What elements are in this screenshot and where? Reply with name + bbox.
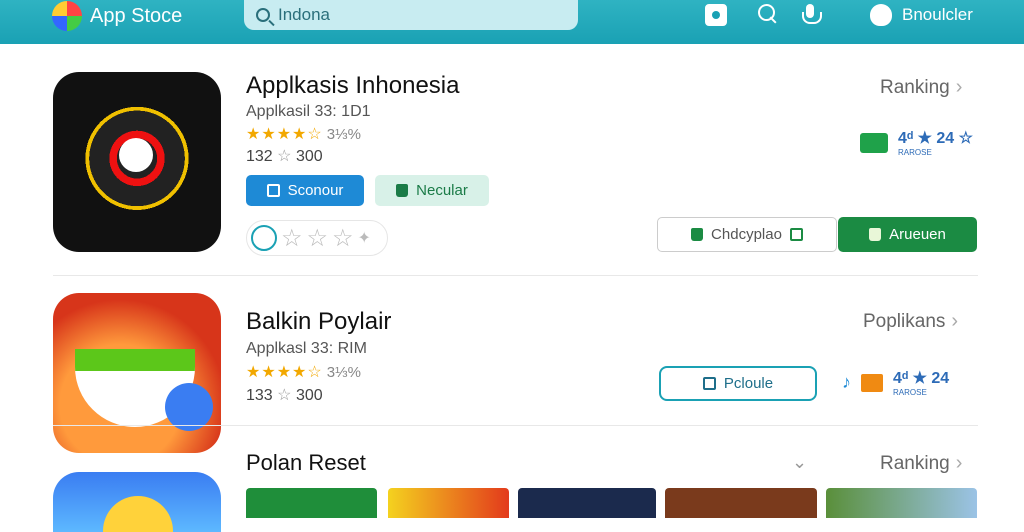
app1-link-label: Ranking	[880, 76, 950, 98]
app2-rating-pct: 3⅓%	[326, 364, 361, 381]
app1-rate-control[interactable]: ☆ ☆ ☆ ✦	[246, 220, 388, 256]
chevron-down-icon[interactable]: ⌄	[792, 452, 807, 473]
app1-rating-stars: ★★★★☆ 3⅓%	[246, 124, 361, 144]
top-bar: App Stoce Indona Bnoulcler	[0, 0, 1024, 44]
camera-icon[interactable]	[705, 4, 727, 26]
bookmark-icon	[702, 377, 716, 390]
app2-icon[interactable]	[53, 293, 221, 453]
music-note-icon: ♪	[842, 372, 851, 392]
app-store-brand[interactable]: App Stoce	[52, 0, 182, 32]
app2-count: 133	[246, 387, 273, 404]
section-ranking-link[interactable]: Ranking ›	[880, 452, 962, 475]
empty-star-icon[interactable]: ✦	[358, 228, 371, 248]
app2-count-value: 300	[295, 387, 323, 404]
app1-primary-icon	[266, 184, 280, 197]
empty-star-icon[interactable]: ☆	[307, 224, 329, 253]
app1-outline-button[interactable]: Chdcyplao	[657, 217, 837, 252]
app1-subtitle: Apрlkasil 33: 1D1	[246, 103, 371, 120]
search-input[interactable]: Indona	[244, 0, 578, 30]
app2-review-count: 133 ☆ 300	[246, 385, 323, 405]
app2-rank-badge: ♪ 4ᵈ ★ 24 RAROSE	[842, 368, 949, 397]
app2-subtitle: Applkasl 33: RIM	[246, 340, 367, 357]
app1-review-count: 132 ☆ 300	[246, 146, 323, 166]
app2-rating-stars: ★★★★☆ 3⅓%	[246, 362, 361, 382]
microphone-icon[interactable]	[800, 4, 822, 26]
app1-icon[interactable]	[53, 72, 221, 252]
flag-icon	[861, 373, 883, 392]
chevron-right-icon: ›	[955, 76, 963, 98]
lock-icon	[869, 228, 882, 241]
app2-title[interactable]: Balkin Poylair	[246, 308, 391, 336]
app1-get-button[interactable]: Arueuen	[838, 217, 977, 252]
app1-outline-label: Chdcyplao	[711, 226, 782, 243]
apple-icon	[870, 4, 892, 26]
app1-rank-small: RAROSE	[898, 148, 932, 157]
flag-icon	[860, 132, 888, 153]
app1-ranking-link[interactable]: Ranking ›	[880, 76, 962, 99]
app1-count: 132	[246, 148, 273, 165]
app2-outline-label: Pcloule	[723, 375, 774, 392]
app1-rating-pct: 3⅓%	[326, 126, 361, 143]
chevron-right-icon: ›	[951, 310, 959, 332]
app1-count-star-icon: ☆	[277, 148, 292, 165]
app2-rank: 4ᵈ ★ 24	[893, 370, 950, 387]
app2-stars-glyphs: ★★★★☆	[246, 364, 323, 381]
app1-secondary-button[interactable]: Necular	[375, 175, 489, 206]
thumbnail[interactable]	[246, 488, 377, 518]
app1-get-label: Arueuen	[889, 226, 946, 243]
search-value: Indona	[278, 5, 330, 24]
app1-rank-badge: 4ᵈ ★ 24 ☆ RAROSE	[860, 128, 973, 157]
app1-secondary-label: Necular	[416, 182, 468, 199]
empty-star-icon[interactable]: ☆	[332, 224, 354, 253]
app1-primary-button[interactable]: Sconour	[246, 175, 364, 206]
search-icon	[256, 8, 270, 22]
app3-icon[interactable]	[53, 472, 221, 532]
empty-star-icon[interactable]: ☆	[281, 224, 303, 253]
chevron-right-icon: ›	[955, 452, 963, 474]
app1-title[interactable]: Applkasis Inhonesia	[246, 72, 459, 100]
app2-popular-link[interactable]: Poplikans ›	[863, 310, 958, 333]
app1-primary-label: Sconour	[287, 182, 344, 199]
brand-label: App Stoce	[90, 4, 183, 27]
section-title: Polan Reset	[246, 450, 366, 475]
rate-circle-icon	[251, 225, 277, 251]
app-store-logo-icon	[52, 1, 82, 31]
thumbnail[interactable]	[518, 488, 656, 518]
bag-icon	[396, 184, 409, 197]
app1-count-value: 300	[295, 148, 323, 165]
app1-rank: 4ᵈ ★ 24 ☆	[898, 130, 973, 147]
divider	[53, 275, 978, 276]
app2-outline-button[interactable]: Pcloule	[659, 366, 817, 401]
thumbnail[interactable]	[826, 488, 977, 518]
divider	[53, 425, 978, 426]
app2-rank-small: RAROSE	[893, 388, 927, 397]
section-link-label: Ranking	[880, 452, 950, 474]
app2-link-label: Poplikans	[863, 310, 946, 332]
check-icon	[789, 228, 803, 241]
thumbnail[interactable]	[665, 488, 817, 518]
user-menu[interactable]: Bnoulcler	[870, 0, 973, 30]
app1-stars-glyphs: ★★★★☆	[246, 126, 323, 143]
user-label: Bnoulcler	[902, 5, 973, 24]
search-button-icon[interactable]	[758, 4, 780, 26]
thumbnail[interactable]	[388, 488, 509, 518]
lock-icon	[691, 228, 704, 241]
app2-count-star-icon: ☆	[277, 387, 292, 404]
